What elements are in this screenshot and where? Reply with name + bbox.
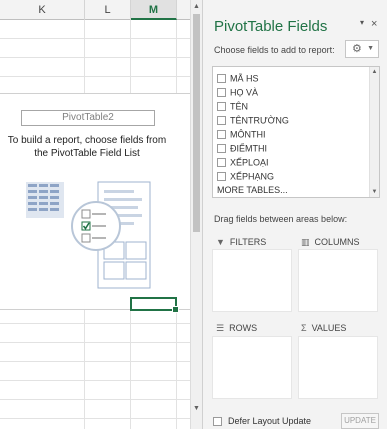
defer-checkbox[interactable]: [213, 417, 222, 427]
field-label: ĐIỂMTHI: [230, 143, 267, 154]
field-list[interactable]: MÃ HS HỌ VÀ TÊN TÊNTRƯỜNG MÔNTHI ĐIỂMTHI…: [212, 66, 380, 198]
field-label: HỌ VÀ: [230, 87, 259, 98]
values-label: VALUES: [311, 323, 347, 333]
close-icon[interactable]: ×: [371, 18, 377, 30]
column-header-k[interactable]: K: [0, 0, 85, 20]
field-label: XẾPLOẠI: [230, 157, 269, 168]
sigma-icon: Σ: [301, 323, 307, 333]
rows-drop-area[interactable]: [212, 336, 292, 399]
filters-area-header: ▼ FILTERS: [216, 237, 266, 247]
data-grid-graphic: [26, 182, 64, 218]
field-list-scrollbar[interactable]: ▲ ▼: [369, 67, 379, 197]
field-checkbox[interactable]: [217, 144, 226, 154]
field-checkbox[interactable]: [217, 88, 226, 98]
field-item-ho-va[interactable]: HỌ VÀ: [217, 86, 258, 100]
tools-button[interactable]: ⚙ ▼: [345, 40, 379, 58]
field-checkbox[interactable]: [217, 130, 226, 140]
rows-icon: ☰: [216, 323, 225, 333]
pivot-table-placeholder[interactable]: PivotTable2 To build a report, choose fi…: [0, 93, 190, 310]
field-checkbox[interactable]: [217, 102, 226, 112]
vertical-scrollbar[interactable]: ▲ ▼: [190, 0, 202, 429]
columns-label: COLUMNS: [314, 237, 360, 247]
more-tables-link[interactable]: MORE TABLES...: [217, 185, 288, 195]
column-header-l[interactable]: L: [85, 0, 131, 20]
columns-icon: ▥: [301, 237, 310, 247]
field-item-monthi[interactable]: MÔNTHI: [217, 128, 266, 142]
field-label: TÊN: [230, 101, 248, 112]
field-item-ten[interactable]: TÊN: [217, 100, 248, 114]
field-label: XẾPHẠNG: [230, 171, 275, 182]
pane-title: PivotTable Fields: [214, 18, 328, 35]
pane-menu-chevron-icon[interactable]: ▾: [360, 18, 364, 27]
field-item-xeploai[interactable]: XẾPLOẠI: [217, 156, 269, 170]
active-cell-selection[interactable]: [130, 297, 179, 313]
update-button[interactable]: UPDATE: [341, 413, 379, 429]
choose-fields-label: Choose fields to add to report:: [214, 45, 335, 55]
field-checkbox[interactable]: [217, 172, 226, 182]
field-checkbox[interactable]: [217, 116, 226, 126]
rows-area-header: ☰ ROWS: [216, 323, 257, 334]
field-label: MÃ HS: [230, 73, 259, 84]
scrollbar-thumb[interactable]: [193, 14, 200, 232]
defer-label: Defer Layout Update: [228, 416, 312, 426]
pivot-table-name: PivotTable2: [21, 110, 155, 126]
scroll-up-icon[interactable]: ▲: [191, 1, 202, 13]
values-drop-area[interactable]: [298, 336, 378, 399]
field-item-ma-hs[interactable]: MÃ HS: [217, 72, 259, 86]
field-item-diemthi[interactable]: ĐIỂMTHI: [217, 142, 267, 156]
scroll-up-icon[interactable]: ▲: [370, 69, 379, 75]
pivot-illustration: [26, 181, 151, 289]
columns-area-header: ▥ COLUMNS: [301, 237, 360, 248]
field-label: MÔNTHI: [230, 129, 266, 140]
column-header-row: K L M: [0, 0, 190, 20]
column-header-m[interactable]: M: [131, 0, 177, 20]
filters-drop-area[interactable]: [212, 249, 292, 312]
scroll-down-icon[interactable]: ▼: [191, 403, 202, 415]
pivot-table-instructions: To build a report, choose fields from th…: [7, 135, 167, 159]
worksheet[interactable]: K L M PivotTable2 To build a report, cho…: [0, 0, 202, 429]
values-area-header: Σ VALUES: [301, 323, 346, 333]
defer-layout-update[interactable]: Defer Layout Update: [213, 416, 312, 427]
pivottable-fields-pane: PivotTable Fields ▾ × Choose fields to a…: [202, 0, 387, 429]
field-item-xephang[interactable]: XẾPHẠNG: [217, 170, 274, 184]
magnifier-circle-graphic: [71, 201, 121, 251]
gear-icon: ⚙: [352, 43, 362, 55]
field-checkbox[interactable]: [217, 74, 226, 84]
filter-icon: ▼: [216, 237, 225, 247]
field-label: TÊNTRƯỜNG: [230, 115, 289, 126]
field-item-tentruong[interactable]: TÊNTRƯỜNG: [217, 114, 289, 128]
columns-drop-area[interactable]: [298, 249, 378, 312]
filters-label: FILTERS: [229, 237, 267, 247]
rows-label: ROWS: [229, 323, 258, 333]
scroll-down-icon[interactable]: ▼: [370, 189, 379, 195]
field-checkbox[interactable]: [217, 158, 226, 168]
drag-fields-label: Drag fields between areas below:: [214, 214, 348, 224]
chevron-down-icon: ▼: [367, 45, 374, 52]
